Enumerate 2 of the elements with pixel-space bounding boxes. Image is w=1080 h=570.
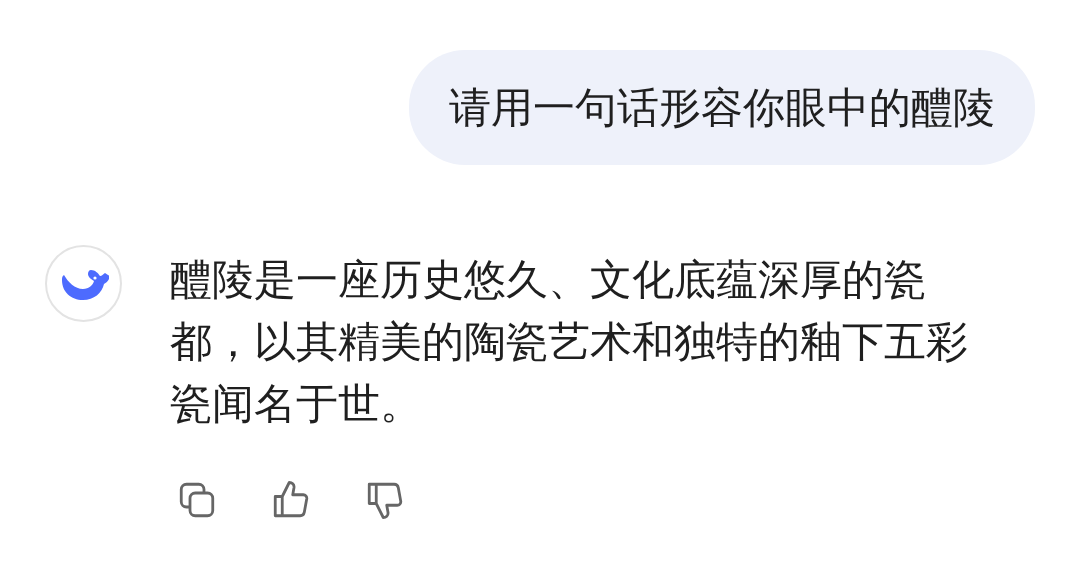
assistant-message-text: 醴陵是一座历史悠久、文化底蕴深厚的瓷都，以其精美的陶瓷艺术和独特的釉下五彩瓷闻名于世。 — [170, 255, 969, 429]
user-message-bubble: 请用一句话形容你眼中的醴陵 — [409, 50, 1035, 165]
